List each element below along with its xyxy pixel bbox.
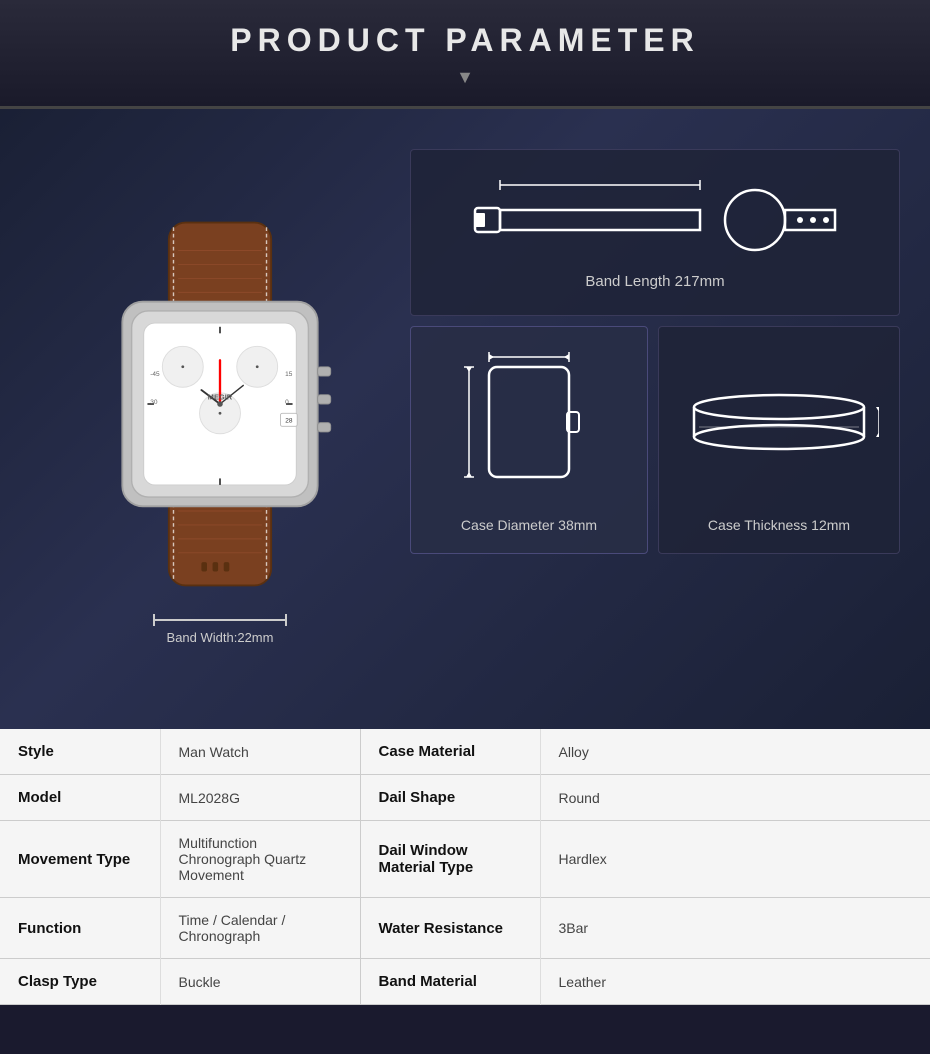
case-diameter-section: Case Diameter 38mm — [410, 326, 648, 554]
product-section: MEGIR 28 -45 30 15 0 Band Width:22mm — [0, 109, 930, 729]
case-thickness-label: Case Thickness 12mm — [708, 517, 850, 533]
spec-label: Model — [0, 775, 160, 821]
spec-label: Dail Shape — [360, 775, 540, 821]
spec-value: Leather — [540, 959, 930, 1005]
case-thickness-section: Case Thickness 12mm — [658, 326, 900, 554]
watch-area: MEGIR 28 -45 30 15 0 Band Width:22mm — [30, 149, 410, 699]
case-diameter-label: Case Diameter 38mm — [461, 517, 597, 533]
spec-value: Hardlex — [540, 821, 930, 898]
spec-value: Time / Calendar / Chronograph — [160, 898, 360, 959]
spec-value: ML2028G — [160, 775, 360, 821]
table-row: Movement Type Multifunction Chronograph … — [0, 821, 930, 898]
specs-table: Style Man Watch Case Material Alloy Mode… — [0, 729, 930, 1005]
spec-value: Man Watch — [160, 729, 360, 775]
specs-area: Band Length 217mm — [410, 149, 900, 699]
header-arrow: ▼ — [0, 67, 930, 88]
band-length-illustration — [465, 175, 845, 265]
spec-value: 3Bar — [540, 898, 930, 959]
svg-text:MEGIR: MEGIR — [208, 392, 233, 401]
table-row: Function Time / Calendar / Chronograph W… — [0, 898, 930, 959]
band-length-section: Band Length 217mm — [410, 149, 900, 316]
svg-text:30: 30 — [150, 399, 158, 406]
band-length-text: Band Length 217mm — [585, 273, 724, 290]
spec-value: Multifunction Chronograph Quartz Movemen… — [160, 821, 360, 898]
band-width-text: Band Width:22mm — [167, 630, 274, 645]
case-thickness-illustration — [679, 347, 879, 507]
svg-text:15: 15 — [285, 371, 293, 378]
band-width-label: Band Width:22mm — [153, 614, 287, 645]
spec-value: Alloy — [540, 729, 930, 775]
svg-text:0: 0 — [285, 399, 289, 406]
page-title: PRODUCT PARAMETER — [0, 22, 930, 59]
watch-illustration: MEGIR 28 -45 30 15 0 — [70, 204, 370, 604]
spec-value: Round — [540, 775, 930, 821]
spec-label: Water Resistance — [360, 898, 540, 959]
spec-label: Movement Type — [0, 821, 160, 898]
spec-value: Buckle — [160, 959, 360, 1005]
table-row: Model ML2028G Dail Shape Round — [0, 775, 930, 821]
table-row: Style Man Watch Case Material Alloy — [0, 729, 930, 775]
spec-label: Dail Window Material Type — [360, 821, 540, 898]
page-header: PRODUCT PARAMETER ▼ — [0, 0, 930, 109]
svg-text:28: 28 — [285, 417, 293, 424]
case-specs-row: Case Diameter 38mm — [410, 326, 900, 554]
case-diameter-illustration — [459, 347, 599, 507]
spec-label: Band Material — [360, 959, 540, 1005]
spec-label: Case Material — [360, 729, 540, 775]
spec-label: Style — [0, 729, 160, 775]
svg-text:-45: -45 — [150, 371, 160, 378]
spec-label: Function — [0, 898, 160, 959]
spec-label: Clasp Type — [0, 959, 160, 1005]
table-row: Clasp Type Buckle Band Material Leather — [0, 959, 930, 1005]
